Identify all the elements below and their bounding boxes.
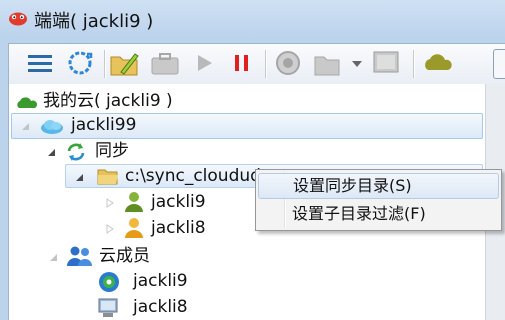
toolbar-separator — [265, 50, 267, 78]
sync-icon[interactable] — [65, 48, 95, 78]
toolbar-separator — [104, 50, 106, 78]
play-icon[interactable] — [193, 48, 217, 78]
green-cloud-icon — [17, 97, 38, 108]
toolbar — [8, 43, 505, 84]
expand-triangle-icon[interactable] — [105, 198, 115, 208]
expand-triangle-icon[interactable] — [21, 121, 31, 131]
toolbar-overflow-button[interactable] — [493, 49, 505, 79]
collapse-triangle-icon[interactable] — [49, 252, 59, 262]
expand-triangle-icon[interactable] — [105, 224, 115, 234]
sync-arrows-icon — [67, 143, 85, 161]
monitor-icon[interactable] — [371, 48, 401, 78]
user-orange-icon — [125, 218, 143, 238]
computer-icon — [98, 298, 118, 317]
cloud-icon[interactable] — [421, 48, 455, 78]
pause-icon[interactable] — [231, 48, 253, 78]
user-green-icon — [125, 192, 143, 212]
toolbox-icon[interactable] — [149, 48, 181, 78]
folder-dropdown-icon[interactable] — [313, 48, 349, 78]
chevron-down-icon[interactable] — [351, 48, 363, 78]
collapse-triangle-icon[interactable] — [75, 172, 85, 182]
server-gear-icon — [99, 272, 119, 292]
group-users-icon — [67, 246, 92, 266]
window-title: 端端( jackli9 ) — [34, 11, 154, 32]
blue-cloud-icon — [41, 120, 63, 134]
menu-item-set-subdir-filter[interactable]: 设置子目录过滤(F) — [258, 201, 499, 227]
menu-item-set-sync-dir[interactable]: 设置同步目录(S) — [258, 173, 499, 199]
collapse-triangle-icon[interactable] — [47, 147, 57, 157]
folder-icon — [97, 169, 118, 185]
record-icon[interactable] — [273, 48, 303, 78]
title-bar: 端端( jackli9 ) — [0, 0, 505, 38]
app-logo-icon — [9, 12, 27, 26]
folder-edit-icon[interactable] — [109, 48, 141, 78]
toolbar-separator — [413, 50, 415, 78]
menu-icon[interactable] — [27, 48, 53, 78]
context-menu: 设置同步目录(S) 设置子目录过滤(F) — [255, 169, 502, 231]
